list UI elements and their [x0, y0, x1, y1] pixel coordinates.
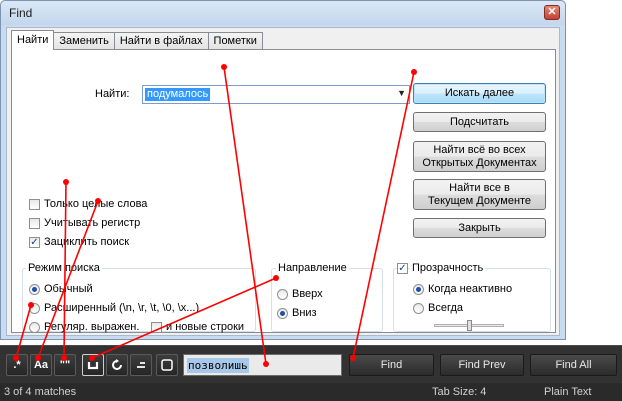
mode-extended-radio[interactable] — [29, 303, 40, 314]
find-all-current-line2: Текущем Документе — [427, 194, 532, 207]
in-selection-toggle-button[interactable] — [106, 354, 128, 376]
direction-down-radio[interactable] — [277, 308, 288, 319]
search-mode-title: Режим поиска — [26, 262, 102, 274]
find-prev-button[interactable]: Find Prev — [440, 354, 524, 376]
find-all-open-line1: Найти всё во всех — [433, 143, 526, 156]
find-label: Найти: — [95, 88, 130, 100]
find-all-open-line2: Открытых Документах — [422, 156, 537, 169]
find-next-button[interactable]: Искать далее — [413, 83, 546, 104]
close-button[interactable]: Закрыть — [413, 218, 546, 238]
find-what-combobox[interactable]: подумалось ▼ — [142, 85, 410, 104]
find-bar-input[interactable]: позволишь — [183, 354, 342, 376]
close-label: Закрыть — [458, 221, 501, 234]
highlight-icon — [137, 362, 145, 368]
highlight-toggle-button[interactable] — [130, 354, 152, 376]
tab-strip: Найти Заменить Найти в файлах Пометки — [11, 30, 263, 50]
whole-words-label: Только целые слова — [44, 198, 148, 210]
find-bar: .* Aa "" позволишь Find Find Prev Find A… — [0, 345, 622, 383]
match-case-checkbox[interactable] — [29, 218, 40, 229]
transparency-inactive-radio[interactable] — [413, 284, 424, 295]
tab-size[interactable]: Tab Size: 4 — [432, 386, 486, 398]
transparency-inactive-label: Когда неактивно — [428, 283, 513, 295]
find-all-in-current-doc-button[interactable]: Найти все в Текущем Документе — [413, 179, 546, 210]
find-button[interactable]: Find — [349, 354, 434, 376]
count-button[interactable]: Подсчитать — [413, 112, 546, 132]
title-bar[interactable]: Find ✕ — [1, 1, 565, 25]
mode-regex-radio[interactable] — [29, 322, 40, 333]
match-count: 3 of 4 matches — [4, 386, 77, 398]
match-case-label: Учитывать регистр — [44, 217, 141, 229]
transparency-checkbox[interactable]: ✓ — [397, 263, 408, 274]
syntax-mode[interactable]: Plain Text — [544, 386, 592, 398]
box-toggle-button[interactable] — [156, 354, 178, 376]
transparency-group — [393, 268, 551, 332]
direction-up-radio[interactable] — [277, 289, 288, 300]
wrap-icon — [87, 362, 99, 370]
wrap-around-label: Зациклить поиск — [44, 236, 130, 248]
find-all-in-open-docs-button[interactable]: Найти всё во всех Открытых Документах — [413, 141, 546, 172]
find-all-current-line1: Найти все в — [449, 181, 510, 194]
transparency-label: Прозрачность — [410, 262, 486, 274]
mode-extended-label: Расширенный (\n, \r, \t, \0, \x...) — [44, 302, 200, 314]
find-bar-query: позволишь — [187, 358, 249, 373]
find-all-button[interactable]: Find All — [530, 354, 617, 376]
regex-toggle-button[interactable]: .* — [6, 354, 28, 376]
tab-marks[interactable]: Пометки — [207, 32, 263, 50]
find-next-label: Искать далее — [444, 87, 515, 99]
whole-word-toggle-button[interactable]: "" — [54, 354, 76, 376]
wrap-toggle-button[interactable] — [82, 354, 104, 376]
in-selection-icon — [112, 359, 122, 370]
direction-down-label: Вниз — [292, 307, 317, 319]
tab-replace[interactable]: Заменить — [53, 32, 115, 50]
box-icon — [161, 359, 173, 371]
tab-find-in-files[interactable]: Найти в файлах — [113, 32, 209, 50]
direction-group — [271, 268, 383, 332]
mode-normal-radio[interactable] — [29, 284, 40, 295]
mode-regex-label: Регуляр. выражен. — [44, 321, 140, 333]
dialog-client: Найти Заменить Найти в файлах Пометки На… — [6, 27, 560, 336]
count-label: Подсчитать — [449, 115, 509, 128]
chevron-down-icon[interactable]: ▼ — [397, 88, 406, 98]
transparency-slider-thumb[interactable] — [467, 320, 472, 331]
whole-words-checkbox[interactable] — [29, 199, 40, 210]
direction-up-label: Вверх — [292, 288, 323, 300]
find-tab-panel: Найти: подумалось ▼ Искать далее Подсчит… — [11, 49, 556, 333]
find-dialog: Find ✕ Найти Заменить Найти в файлах Пом… — [0, 0, 566, 340]
find-what-value: подумалось — [145, 88, 211, 101]
case-toggle-button[interactable]: Aa — [30, 354, 52, 376]
mode-normal-label: Обычный — [44, 283, 93, 295]
close-icon[interactable]: ✕ — [544, 5, 560, 20]
window-title: Find — [9, 6, 33, 20]
dot-matches-newline-checkbox[interactable] — [151, 322, 162, 333]
dot-matches-newline-label: и новые строки — [166, 321, 245, 333]
direction-title: Направление — [276, 262, 349, 274]
wrap-around-checkbox[interactable]: ✓ — [29, 237, 40, 248]
tab-find[interactable]: Найти — [11, 30, 55, 50]
status-bar: 3 of 4 matches Tab Size: 4 Plain Text — [0, 383, 622, 401]
transparency-always-radio[interactable] — [413, 303, 424, 314]
transparency-always-label: Всегда — [428, 302, 464, 314]
